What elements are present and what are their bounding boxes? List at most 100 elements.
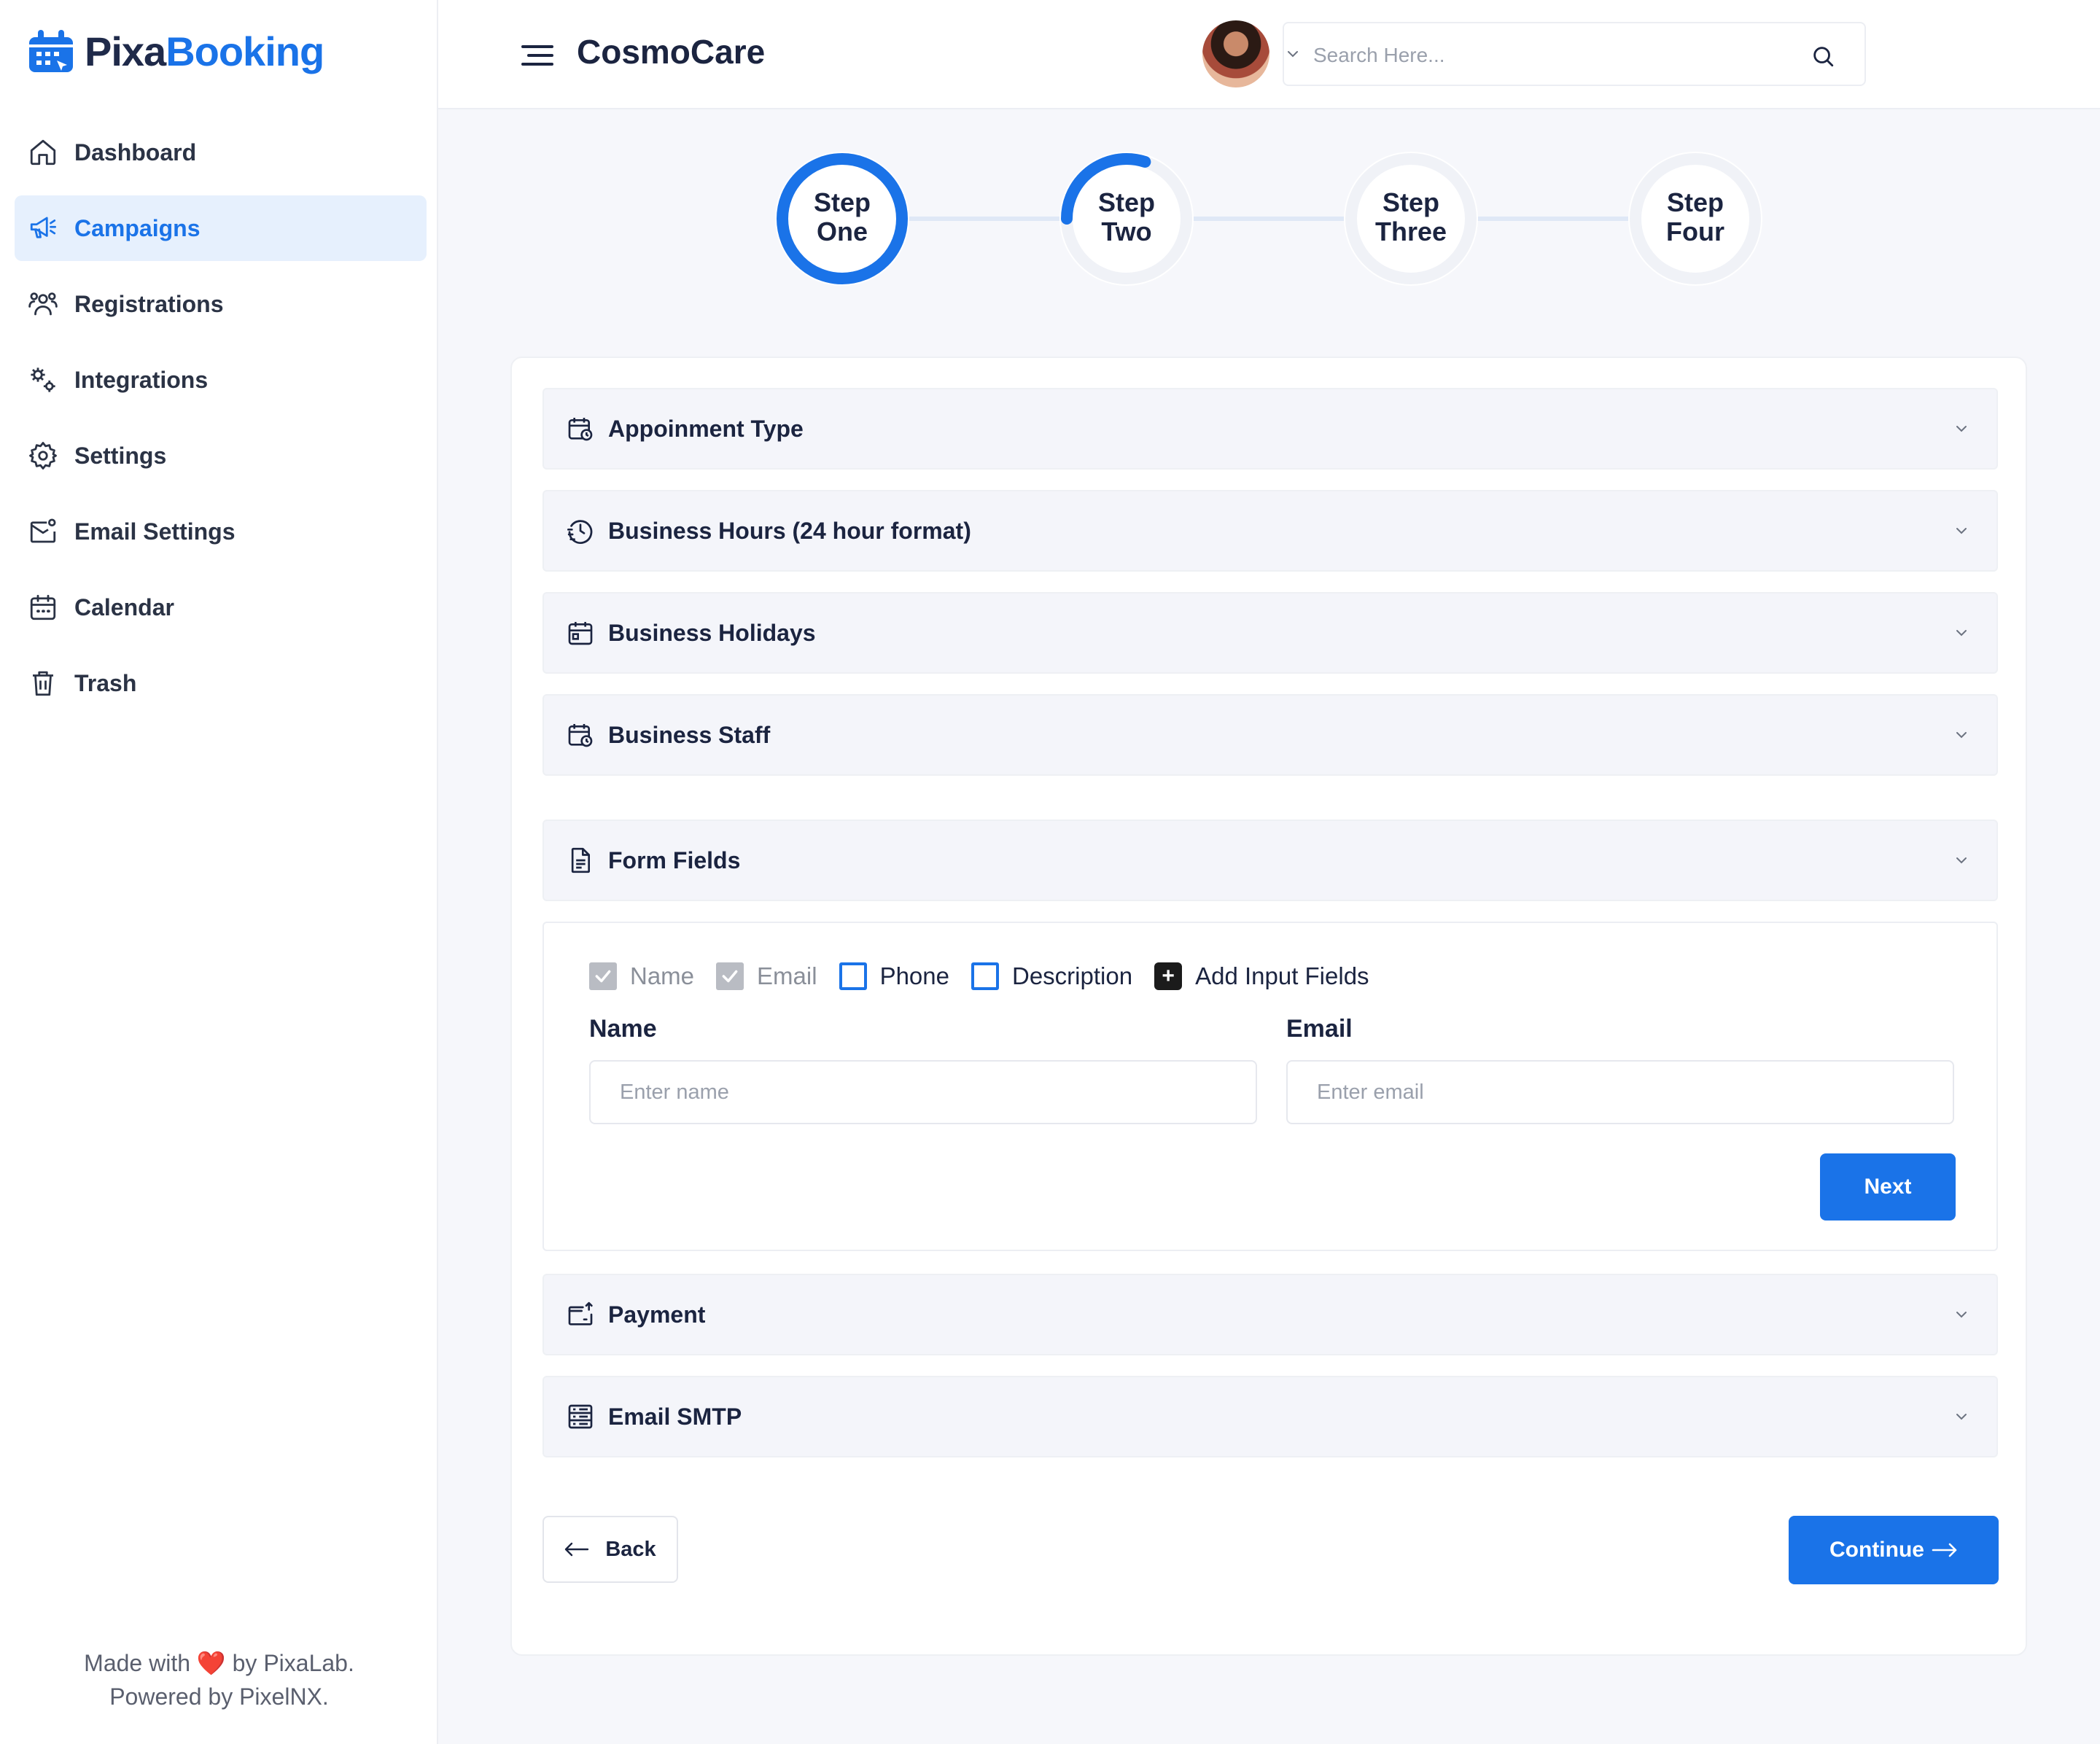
sidebar-nav: Dashboard Campaigns Registrations Integr… — [15, 120, 427, 726]
sidebar-item-label: Email Settings — [74, 518, 236, 545]
name-input[interactable] — [589, 1060, 1257, 1124]
checkbox-phone[interactable] — [839, 962, 867, 990]
accordion-form-fields[interactable]: Form Fields — [542, 820, 1998, 901]
chevron-down-icon — [1956, 630, 1967, 637]
option-description[interactable]: Description — [971, 962, 1132, 990]
step-connector — [1478, 217, 1628, 221]
avatar[interactable] — [1202, 20, 1269, 87]
sidebar-item-label: Trash — [74, 669, 137, 696]
accordion-business-staff[interactable]: Business Staff — [542, 694, 1998, 776]
option-name: Name — [589, 962, 694, 990]
sidebar-item-label: Registrations — [74, 290, 224, 317]
home-icon — [30, 139, 56, 166]
calendar-clock-icon — [568, 724, 593, 747]
sidebar-item-settings[interactable]: Settings — [15, 423, 427, 488]
chevron-down-icon — [1956, 732, 1967, 739]
step-label: Step Two — [1097, 187, 1155, 246]
chevron-down-icon — [1956, 426, 1967, 432]
sidebar: PixaBooking Dashboard Campaigns Registra… — [0, 0, 438, 1744]
accordion-title: Appoinment Type — [608, 415, 804, 442]
accordion-business-hours[interactable]: Business Hours (24 hour format) — [542, 490, 1998, 572]
arrow-right-icon — [1932, 1543, 1957, 1557]
heart-icon: ❤️ — [196, 1650, 226, 1676]
accordion-appointment-type[interactable]: Appoinment Type — [542, 388, 1998, 470]
stepper: Step One Step Two Step Three Step Four — [775, 152, 1763, 286]
sidebar-item-dashboard[interactable]: Dashboard — [15, 120, 427, 185]
search-icon[interactable] — [1811, 44, 1835, 69]
users-icon — [28, 292, 58, 316]
trash-icon — [33, 671, 53, 696]
calendar-icon — [30, 594, 56, 620]
step-connector — [909, 217, 1059, 221]
sidebar-item-calendar[interactable]: Calendar — [15, 575, 427, 640]
search-box — [1283, 22, 1866, 86]
accordion-title: Payment — [608, 1301, 706, 1328]
document-icon — [571, 847, 590, 873]
wallet-icon — [568, 1301, 593, 1325]
continue-button[interactable]: Continue — [1789, 1516, 1999, 1584]
step-four[interactable]: Step Four — [1628, 152, 1762, 286]
accordion-title: Business Hours (24 hour format) — [608, 517, 971, 544]
arrow-left-icon — [565, 1542, 589, 1557]
chevron-down-icon — [1956, 528, 1967, 534]
sidebar-item-label: Integrations — [74, 366, 209, 393]
accordion-title: Form Fields — [608, 846, 741, 873]
integrations-icon — [31, 367, 55, 392]
step-connector — [1194, 217, 1344, 221]
gear-icon — [29, 442, 57, 470]
step-label: Step Three — [1374, 187, 1447, 246]
checkbox-checked-icon — [716, 962, 744, 990]
add-input-fields-button[interactable]: + Add Input Fields — [1154, 962, 1369, 990]
email-input[interactable] — [1286, 1060, 1954, 1124]
sidebar-item-integrations[interactable]: Integrations — [15, 347, 427, 413]
chevron-down-icon — [1956, 1414, 1967, 1420]
chevron-down-icon — [1956, 1312, 1967, 1318]
logo[interactable]: PixaBooking — [28, 28, 324, 75]
sidebar-item-label: Dashboard — [74, 139, 197, 166]
option-phone[interactable]: Phone — [839, 962, 949, 990]
calendar-logo-icon — [29, 29, 73, 72]
brand-name: PixaBooking — [85, 28, 324, 74]
chevron-down-icon[interactable] — [1284, 45, 1302, 63]
sidebar-item-label: Campaigns — [74, 214, 201, 241]
sidebar-footer: Made with ❤️ by PixaLab. Powered by Pixe… — [84, 1650, 354, 1710]
sidebar-item-campaigns[interactable]: Campaigns — [15, 195, 427, 261]
calendar-icon — [568, 622, 593, 645]
sidebar-item-email-settings[interactable]: Email Settings — [15, 499, 427, 564]
sidebar-item-label: Settings — [74, 442, 167, 469]
calendar-clock-icon — [568, 418, 593, 441]
accordion-title: Business Holidays — [608, 619, 816, 646]
form-fields-panel: Name Email Phone Description + Add Input… — [542, 922, 1998, 1251]
plus-icon: + — [1154, 962, 1183, 990]
checkbox-checked-icon — [589, 962, 617, 990]
sidebar-item-registrations[interactable]: Registrations — [15, 271, 427, 337]
sidebar-item-trash[interactable]: Trash — [15, 650, 427, 716]
step-label: Step One — [813, 187, 871, 246]
menu-toggle-icon[interactable] — [521, 44, 553, 67]
chevron-down-icon — [1956, 857, 1967, 864]
page-title: CosmoCare — [577, 33, 766, 71]
step-two[interactable]: Step Two — [1059, 152, 1194, 286]
search-input[interactable] — [1313, 39, 1794, 71]
top-header: CosmoCare — [438, 0, 2100, 109]
email-field-label: Email — [1286, 1015, 1353, 1043]
back-button[interactable]: Back — [542, 1516, 678, 1583]
accordion-title: Email SMTP — [608, 1403, 742, 1430]
step-three[interactable]: Step Three — [1344, 152, 1478, 286]
sidebar-item-label: Calendar — [74, 593, 174, 620]
megaphone-icon — [30, 217, 57, 238]
field-options: Name Email Phone Description + Add Input… — [589, 962, 1391, 990]
step-one[interactable]: Step One — [775, 152, 909, 286]
step-label: Step Four — [1666, 187, 1724, 246]
email-settings-icon — [30, 518, 56, 543]
option-email: Email — [716, 962, 817, 990]
accordion-email-smtp[interactable]: Email SMTP — [542, 1376, 1998, 1457]
history-clock-icon — [567, 520, 593, 544]
next-button[interactable]: Next — [1820, 1153, 1956, 1221]
accordion-title: Business Staff — [608, 721, 771, 748]
accordion-business-holidays[interactable]: Business Holidays — [542, 592, 1998, 674]
checkbox-description[interactable] — [971, 962, 999, 990]
name-field-label: Name — [589, 1015, 657, 1043]
server-icon — [568, 1404, 593, 1429]
accordion-payment[interactable]: Payment — [542, 1274, 1998, 1355]
